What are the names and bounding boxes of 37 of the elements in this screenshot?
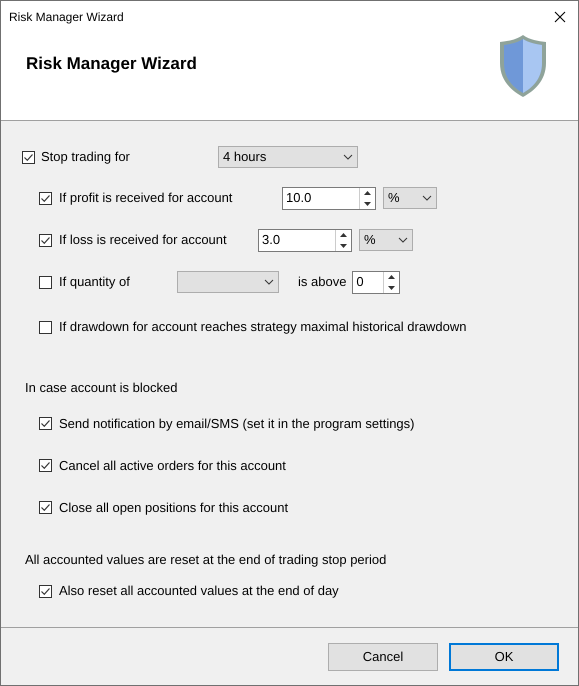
- shield-icon: [498, 33, 548, 99]
- checkbox[interactable]: [39, 459, 52, 472]
- field-label: is above: [298, 273, 346, 292]
- checkbox[interactable]: [22, 150, 35, 164]
- checkbox-label: If profit is received for account: [59, 189, 234, 208]
- section-heading: All accounted values are reset at the end of trading stop period: [25, 550, 388, 569]
- chevron-down-icon: [422, 195, 432, 201]
- checkbox-label: Stop trading for: [41, 148, 131, 166]
- checkbox[interactable]: [39, 192, 52, 204]
- checkbox-label: Also reset all accounted values at the end of day: [59, 582, 339, 600]
- chevron-down-icon: [343, 154, 353, 160]
- checkbox-label: Close all open positions for this account: [59, 498, 288, 517]
- checkbox-label: If loss is received for account: [59, 231, 228, 250]
- checkbox[interactable]: [39, 234, 52, 246]
- checkbox-label: Cancel all active orders for this account: [59, 456, 286, 475]
- checkbox[interactable]: [39, 276, 52, 288]
- dropdown[interactable]: %: [359, 229, 413, 251]
- dropdown[interactable]: %: [383, 187, 437, 209]
- checkbox[interactable]: [39, 417, 52, 430]
- dropdown[interactable]: 4 hours: [218, 146, 358, 168]
- checkbox[interactable]: [39, 320, 52, 334]
- chevron-down-icon: [398, 237, 408, 243]
- wizard-title: Risk Manager Wizard: [26, 53, 197, 75]
- checkbox-label: If drawdown for account reaches strategy maximal historical drawdown: [59, 318, 467, 336]
- checkbox-label: Send notification by email/SMS (set it in the program settings): [59, 414, 414, 433]
- checkbox[interactable]: [39, 584, 52, 598]
- number-field[interactable]: 10.0: [282, 186, 376, 210]
- ok-button[interactable]: OK: [449, 642, 559, 670]
- number-field[interactable]: 0: [352, 270, 400, 294]
- number-field[interactable]: 3.0: [258, 228, 352, 252]
- cancel-button[interactable]: Cancel: [328, 642, 438, 670]
- window-title: Risk Manager Wizard: [9, 9, 124, 26]
- section-heading: In case account is blocked: [25, 379, 178, 397]
- close-icon[interactable]: [554, 11, 566, 23]
- checkbox[interactable]: [39, 501, 52, 514]
- checkbox-label: If quantity of: [59, 273, 131, 292]
- chevron-down-icon: [264, 279, 274, 285]
